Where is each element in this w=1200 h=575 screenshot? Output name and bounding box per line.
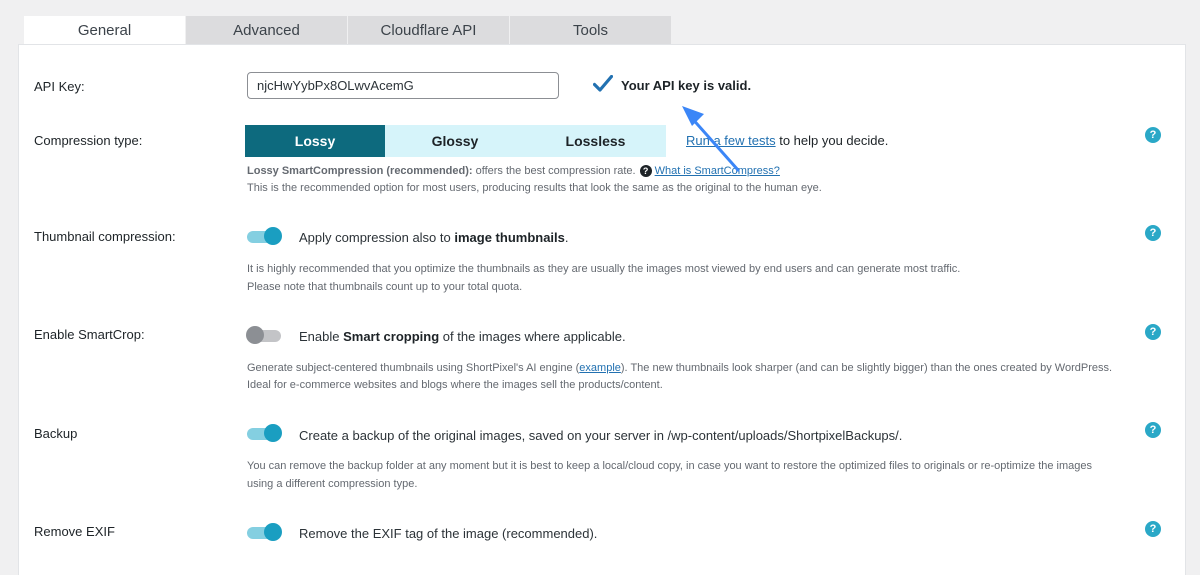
smartcrop-help-icon[interactable]: ?	[1145, 324, 1161, 340]
smartcrop-text: Enable Smart cropping of the images wher…	[299, 329, 626, 344]
annotation-arrow-icon	[682, 106, 740, 172]
backup-text: Create a backup of the original images, …	[299, 428, 903, 443]
api-key-input[interactable]: njcHwYybPx8OLwvAcemG	[247, 72, 559, 99]
api-key-valid-text: Your API key is valid.	[621, 78, 752, 93]
smartcrop-example-link[interactable]: example	[579, 362, 621, 374]
smartcrop-label: Enable SmartCrop:	[34, 327, 145, 342]
smartcrop-toggle[interactable]	[246, 326, 283, 344]
tab-general[interactable]: General	[24, 16, 185, 45]
remove-exif-label: Remove EXIF	[34, 524, 115, 539]
smartcrop-description-line1: Generate subject-centered thumbnails usi…	[247, 362, 1113, 374]
compression-description-line2: This is the recommended option for most …	[247, 182, 822, 194]
settings-tabs: General Advanced Cloudflare API Tools	[24, 16, 672, 45]
compression-option-lossy[interactable]: Lossy	[245, 125, 385, 157]
compression-type-label: Compression type:	[34, 133, 143, 148]
api-key-status: Your API key is valid.	[593, 74, 751, 93]
thumbnail-help-icon[interactable]: ?	[1145, 225, 1161, 241]
tab-cloudflare-api[interactable]: Cloudflare API	[348, 16, 509, 44]
question-icon[interactable]: ?	[639, 165, 652, 177]
compression-type-selector: Lossy Glossy Lossless	[245, 125, 666, 157]
backup-toggle[interactable]	[247, 424, 283, 442]
backup-label: Backup	[34, 426, 78, 441]
remove-exif-text: Remove the EXIF tag of the image (recomm…	[299, 526, 598, 541]
smartcrop-description-line2: Ideal for e-commerce websites and blogs …	[247, 379, 663, 391]
checkmark-icon	[593, 74, 613, 92]
tab-advanced[interactable]: Advanced	[186, 16, 347, 44]
thumbnail-compression-toggle[interactable]	[247, 227, 283, 245]
backup-help-icon[interactable]: ?	[1145, 422, 1161, 438]
backup-description-line2: using a different compression type.	[247, 478, 418, 490]
compression-desc-bold: Lossy SmartCompression (recommended):	[247, 165, 473, 177]
backup-description-line1: You can remove the backup folder at any …	[247, 460, 1093, 472]
api-key-label: API Key:	[34, 79, 85, 94]
compression-help-icon[interactable]: ?	[1145, 127, 1161, 143]
thumbnail-description-line1: It is highly recommended that you optimi…	[247, 263, 961, 275]
compression-option-glossy[interactable]: Glossy	[385, 125, 525, 157]
run-tests-suffix: to help you decide.	[775, 133, 889, 148]
settings-panel	[18, 44, 1186, 575]
compression-option-lossless[interactable]: Lossless	[525, 125, 666, 157]
remove-exif-toggle[interactable]	[247, 523, 283, 541]
tab-tools[interactable]: Tools	[510, 16, 671, 44]
thumbnail-description-line2: Please note that thumbnails count up to …	[247, 281, 523, 293]
thumbnail-compression-text: Apply compression also to image thumbnai…	[299, 230, 569, 245]
compression-desc-rest: offers the best compression rate.	[472, 165, 636, 177]
remove-exif-help-icon[interactable]: ?	[1145, 521, 1161, 537]
thumbnail-compression-label: Thumbnail compression:	[34, 229, 176, 244]
